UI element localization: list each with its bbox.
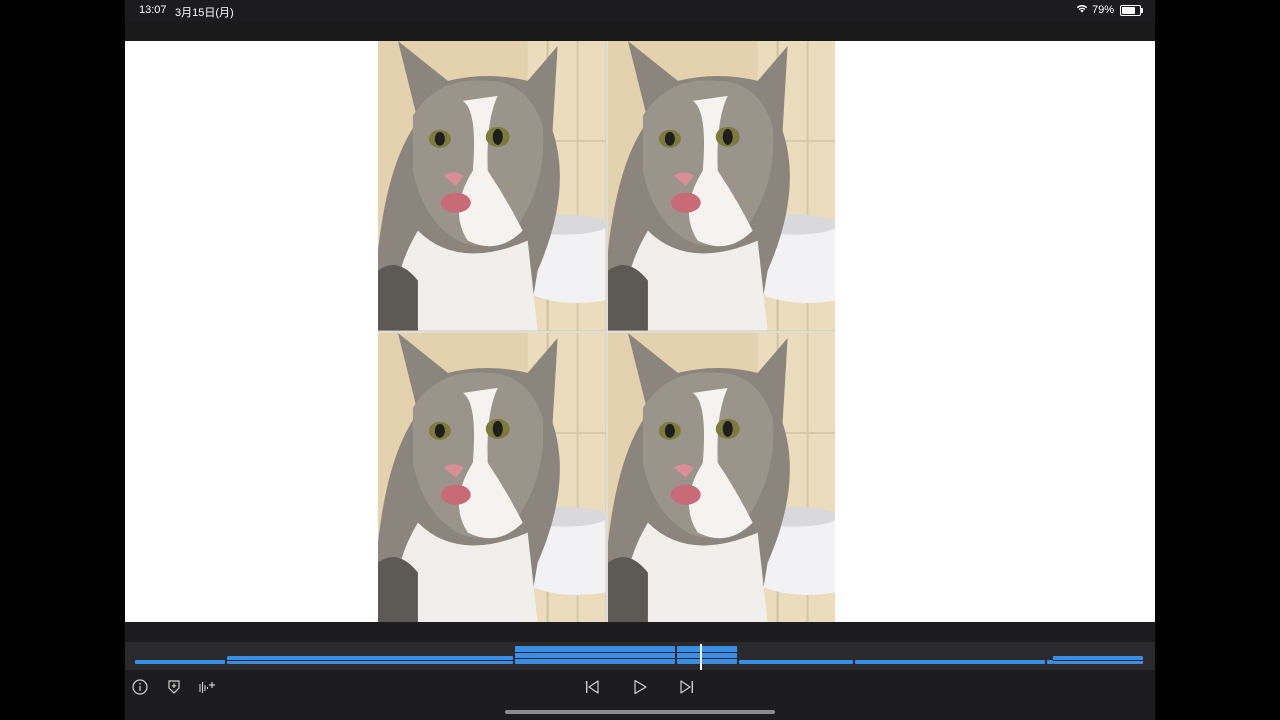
wifi-icon <box>1076 4 1088 16</box>
battery-fill <box>1122 6 1136 14</box>
track-divider <box>515 652 737 653</box>
video-tile <box>378 332 606 622</box>
video-tile <box>607 332 835 622</box>
clip-segment[interactable] <box>135 660 225 664</box>
clip-segment[interactable] <box>515 646 675 664</box>
video-tile <box>607 41 835 331</box>
clip-segment[interactable] <box>739 660 853 664</box>
top-toolbar <box>125 22 1155 41</box>
status-time: 13:07 <box>139 4 167 16</box>
battery-percent: 79% <box>1091 4 1114 16</box>
add-audio-icon[interactable] <box>197 678 219 696</box>
status-bar: 13:07 3月15日(月) 79% <box>125 0 1155 22</box>
battery-icon <box>1120 4 1143 16</box>
video-preview[interactable] <box>125 41 1155 622</box>
video-grid <box>378 41 835 622</box>
clip-segment[interactable] <box>855 660 1045 664</box>
track-divider <box>227 660 513 661</box>
track-divider <box>515 658 737 659</box>
audio-track[interactable] <box>135 642 1145 670</box>
play-button[interactable] <box>631 678 649 696</box>
video-tile <box>378 41 606 331</box>
playhead[interactable] <box>699 644 702 670</box>
skip-forward-icon[interactable] <box>678 678 696 696</box>
timeline-strip[interactable] <box>125 642 1155 670</box>
timeline-panel <box>125 622 1155 720</box>
add-marker-icon[interactable] <box>165 678 183 696</box>
play-icon <box>634 679 647 695</box>
ipad-screen: 13:07 3月15日(月) 79% <box>125 0 1155 720</box>
track-divider <box>1053 660 1143 661</box>
skip-back-icon[interactable] <box>583 678 601 696</box>
playback-controls <box>125 670 1155 704</box>
status-date: 3月15日(月) <box>175 7 234 19</box>
status-right: 79% <box>1076 4 1143 16</box>
home-indicator[interactable] <box>505 710 775 714</box>
info-icon[interactable] <box>131 678 149 696</box>
clip-segment[interactable] <box>677 646 737 664</box>
